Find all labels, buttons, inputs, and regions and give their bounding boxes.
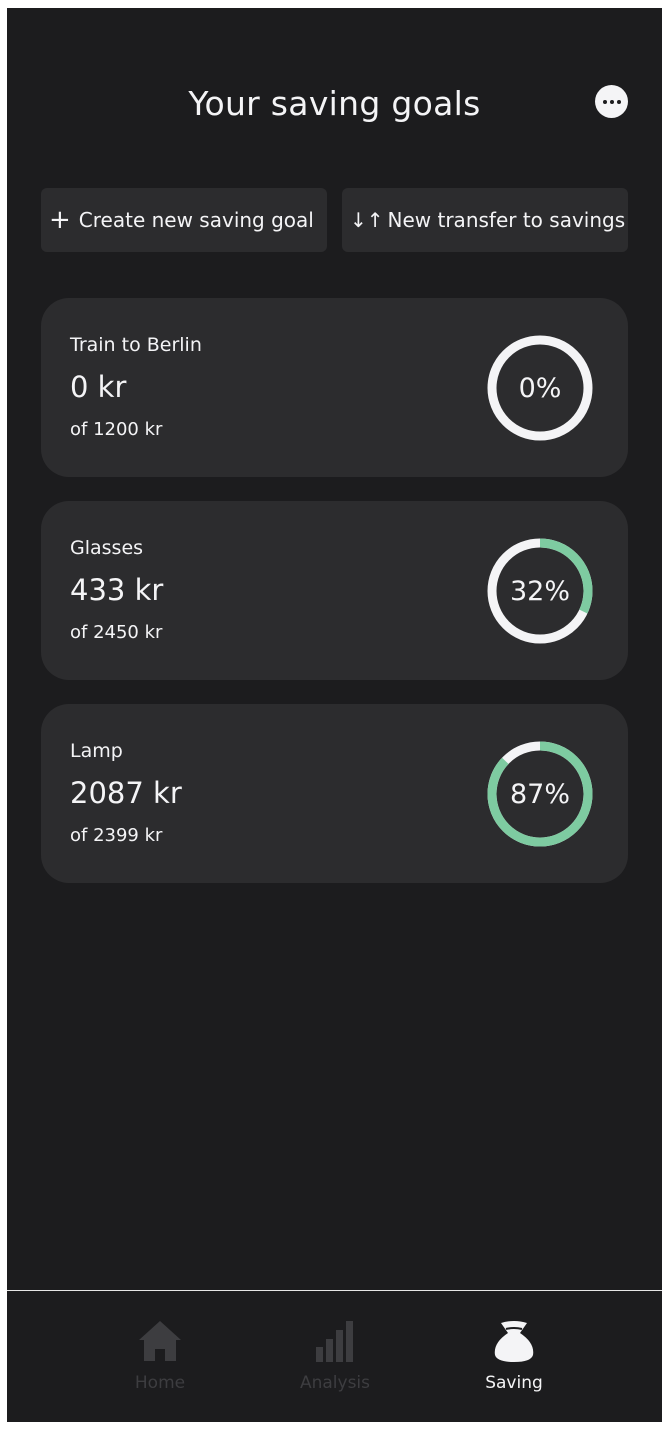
- goal-target: of 1200 kr: [70, 419, 163, 440]
- transfer-arrows-icon: ↓↑: [350, 208, 384, 232]
- goal-card-glasses[interactable]: Glasses 433 kr of 2450 kr 32%: [41, 501, 628, 680]
- money-bag-icon: [494, 1321, 534, 1362]
- goal-name: Train to Berlin: [70, 334, 202, 356]
- goal-amount: 2087 kr: [70, 776, 182, 810]
- nav-label-saving: Saving: [485, 1373, 543, 1393]
- create-saving-goal-label: Create new saving goal: [78, 208, 314, 232]
- goal-amount: 0 kr: [70, 370, 127, 404]
- new-transfer-label: New transfer to savings: [387, 208, 626, 232]
- progress-percent: 87%: [509, 778, 570, 810]
- nav-item-analysis[interactable]: Analysis: [265, 1319, 405, 1393]
- goal-card-lamp[interactable]: Lamp 2087 kr of 2399 kr 87%: [41, 704, 628, 883]
- bar-chart-icon: [316, 1321, 353, 1362]
- goal-amount: 433 kr: [70, 573, 164, 607]
- new-transfer-button[interactable]: ↓↑ New transfer to savings: [342, 188, 628, 252]
- progress-percent: 32%: [509, 575, 570, 607]
- goal-name: Glasses: [70, 537, 144, 559]
- nav-label-analysis: Analysis: [299, 1373, 371, 1393]
- progress-percent: 0%: [518, 372, 562, 404]
- page-title: Your saving goals: [188, 84, 481, 123]
- nav-label-home: Home: [134, 1373, 186, 1393]
- plus-icon: +: [49, 205, 71, 235]
- app-screen: Your saving goals + Create new saving go…: [7, 8, 662, 1422]
- bottom-navigation: Home Analysis Saving: [7, 1290, 662, 1422]
- nav-item-home[interactable]: Home: [90, 1319, 230, 1393]
- goal-card-train-to-berlin[interactable]: Train to Berlin 0 kr of 1200 kr 0%: [41, 298, 628, 477]
- more-options-button[interactable]: [595, 85, 628, 118]
- progress-ring: 87%: [487, 741, 593, 847]
- more-horizontal-icon: [601, 99, 622, 104]
- goal-target: of 2399 kr: [70, 825, 163, 846]
- goal-name: Lamp: [70, 740, 123, 762]
- progress-ring: 32%: [487, 538, 593, 644]
- goal-target: of 2450 kr: [70, 622, 163, 643]
- progress-ring: 0%: [487, 335, 593, 441]
- nav-item-saving[interactable]: Saving: [444, 1319, 584, 1393]
- home-icon: [139, 1321, 181, 1361]
- create-saving-goal-button[interactable]: + Create new saving goal: [41, 188, 327, 252]
